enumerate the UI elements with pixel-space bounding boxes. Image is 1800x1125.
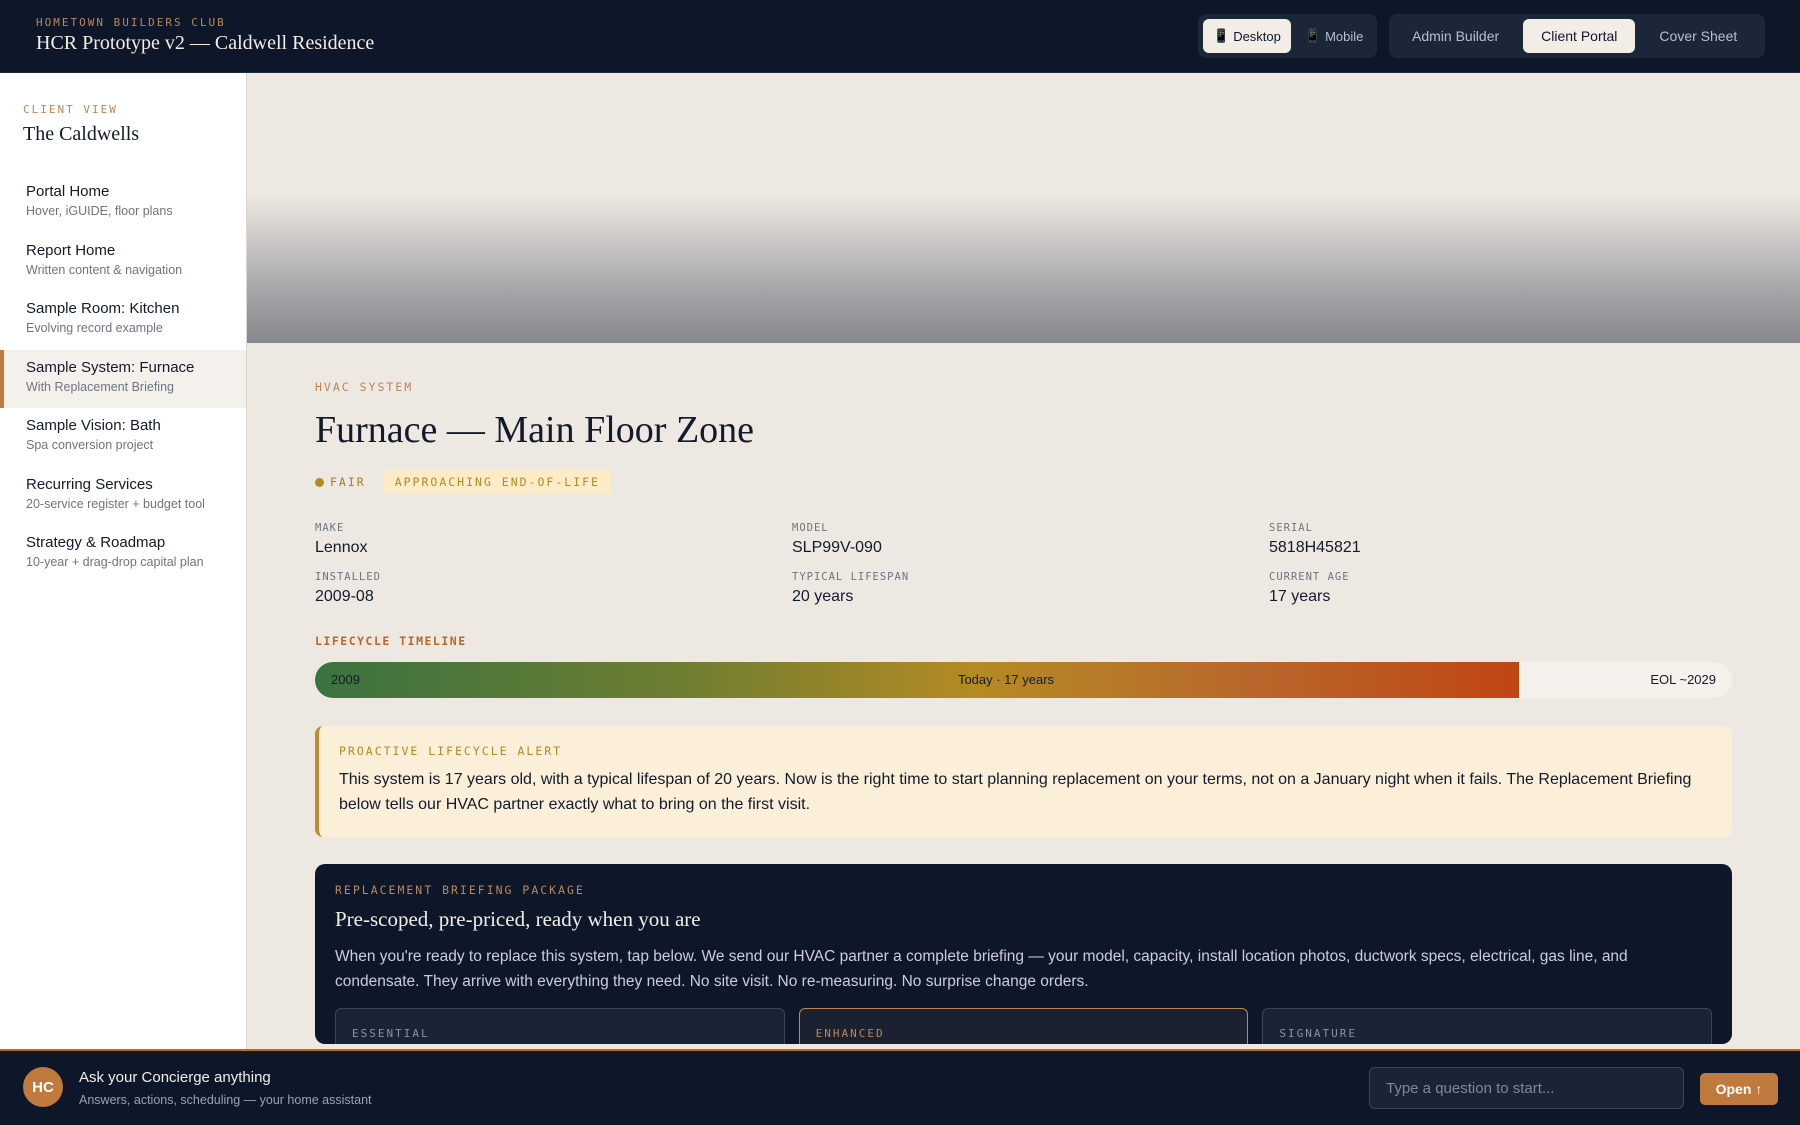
sidebar-item-kitchen[interactable]: Sample Room: Kitchen Evolving record exa… bbox=[0, 291, 246, 350]
app-header: HOMETOWN BUILDERS CLUB HCR Prototype v2 … bbox=[0, 0, 1800, 73]
sidebar-item-sub: Evolving record example bbox=[26, 321, 163, 335]
sidebar-title: The Caldwells bbox=[23, 123, 140, 145]
sidebar-item-label: Sample System: Furnace bbox=[26, 358, 195, 376]
condition-dot-icon bbox=[315, 477, 324, 487]
sidebar-item-portal-home[interactable]: Portal Home Hover, iGUIDE, floor plans bbox=[0, 174, 246, 233]
sidebar-item-strategy[interactable]: Strategy & Roadmap 10-year + drag-drop c… bbox=[0, 525, 246, 584]
sidebar-item-sub: 10-year + drag-drop capital plan bbox=[26, 555, 204, 569]
lifecycle-alert: PROACTIVE LIFECYCLE ALERT This system is… bbox=[315, 726, 1732, 837]
spec-value: 17 years bbox=[1269, 588, 1331, 605]
brand-kicker: HOMETOWN BUILDERS CLUB bbox=[36, 16, 226, 29]
sidebar-item-label: Report Home bbox=[26, 241, 116, 259]
spec-value: Lennox bbox=[315, 539, 368, 556]
main-content: HVAC SYSTEM Furnace — Main Floor Zone FA… bbox=[247, 73, 1800, 1049]
mobile-toggle-button[interactable]: 📱 Mobile bbox=[1295, 19, 1373, 53]
device-toggle: 📱 Desktop 📱 Mobile bbox=[1198, 14, 1377, 58]
sidebar-item-label: Strategy & Roadmap bbox=[26, 534, 166, 551]
spec-lifespan: TYPICAL LIFESPAN 20 years bbox=[792, 571, 1269, 606]
spec-age: CURRENT AGE 17 years bbox=[1269, 571, 1732, 606]
concierge-title: Ask your Concierge anything bbox=[79, 1069, 271, 1086]
briefing-title: Pre-scoped, pre-priced, ready when you a… bbox=[335, 907, 701, 931]
spec-make: MAKE Lennox bbox=[315, 522, 792, 557]
spec-label: CURRENT AGE bbox=[1269, 571, 1350, 583]
spec-label: SERIAL bbox=[1269, 522, 1313, 534]
concierge-bar: HC Ask your Concierge anything Answers, … bbox=[0, 1049, 1800, 1125]
client-portal-tab[interactable]: Client Portal bbox=[1523, 19, 1636, 53]
app-title: HCR Prototype v2 — Caldwell Residence bbox=[36, 32, 375, 54]
briefing-tiers: ESSENTIAL ENHANCED SIGNATURE bbox=[335, 1008, 1713, 1044]
tier-enhanced-card[interactable]: ENHANCED bbox=[798, 1008, 1249, 1044]
admin-builder-tab[interactable]: Admin Builder bbox=[1394, 19, 1517, 53]
spec-label: MAKE bbox=[315, 522, 345, 534]
timeline-today: Today · 17 years bbox=[957, 672, 1055, 687]
avatar: HC bbox=[23, 1067, 63, 1107]
timeline-label: LIFECYCLE TIMELINE bbox=[315, 634, 467, 648]
sidebar-item-sub: 20-service register + budget tool bbox=[26, 496, 205, 511]
spec-value: 20 years bbox=[792, 588, 854, 605]
spec-value: 5818H45821 bbox=[1269, 539, 1361, 556]
concierge-subtitle: Answers, actions, scheduling — your home… bbox=[79, 1093, 372, 1107]
open-concierge-button[interactable]: Open ↑ bbox=[1700, 1073, 1778, 1105]
lifecycle-timeline: 2009 Today · 17 years EOL ~2029 bbox=[315, 662, 1732, 698]
hero-image bbox=[247, 73, 1800, 343]
arrow-up-icon: ↑ bbox=[1755, 1081, 1763, 1097]
system-detail: HVAC SYSTEM Furnace — Main Floor Zone FA… bbox=[315, 343, 1732, 1044]
sidebar-item-label: Sample Room: Kitchen bbox=[26, 300, 180, 317]
sidebar-kicker: CLIENT VIEW bbox=[23, 103, 118, 116]
phone-icon: 📱 bbox=[1213, 28, 1230, 43]
sidebar-item-label: Recurring Services bbox=[26, 475, 153, 493]
sidebar: CLIENT VIEW The Caldwells Portal Home Ho… bbox=[0, 73, 247, 1049]
status-badges: FAIR APPROACHING END-OF-LIFE bbox=[315, 470, 1732, 494]
alert-kicker: PROACTIVE LIFECYCLE ALERT bbox=[339, 744, 563, 758]
status-badge: APPROACHING END-OF-LIFE bbox=[383, 470, 611, 494]
system-category: HVAC SYSTEM bbox=[315, 380, 414, 394]
sidebar-item-sub: Hover, iGUIDE, floor plans bbox=[26, 204, 173, 218]
sidebar-item-label: Portal Home bbox=[26, 183, 110, 200]
sidebar-nav: Portal Home Hover, iGUIDE, floor plans R… bbox=[0, 174, 246, 584]
spec-installed: INSTALLED 2009-08 bbox=[315, 571, 792, 606]
cover-sheet-tab[interactable]: Cover Sheet bbox=[1641, 19, 1755, 53]
sidebar-item-report-home[interactable]: Report Home Written content & navigation bbox=[0, 233, 246, 292]
open-label: Open bbox=[1715, 1081, 1752, 1097]
sidebar-item-sub: Spa conversion project bbox=[26, 438, 154, 452]
spec-serial: SERIAL 5818H45821 bbox=[1269, 522, 1732, 557]
sidebar-item-sub: With Replacement Briefing bbox=[26, 379, 174, 394]
timeline-end: EOL ~2029 bbox=[1650, 672, 1716, 687]
condition-badge: FAIR bbox=[330, 475, 366, 489]
sidebar-item-label: Sample Vision: Bath bbox=[26, 417, 161, 434]
sidebar-item-sub: Written content & navigation bbox=[26, 262, 183, 277]
sidebar-item-furnace[interactable]: Sample System: Furnace With Replacement … bbox=[0, 349, 246, 408]
phone-icon: 📱 bbox=[1304, 28, 1322, 43]
replacement-briefing: REPLACEMENT BRIEFING PACKAGE Pre-scoped,… bbox=[315, 864, 1732, 1044]
view-toggle: Admin Builder Client Portal Cover Sheet bbox=[1389, 14, 1765, 58]
spec-model: MODEL SLP99V-090 bbox=[792, 522, 1269, 557]
concierge-input[interactable] bbox=[1369, 1067, 1684, 1109]
desktop-toggle-button[interactable]: 📱 Desktop bbox=[1203, 19, 1291, 53]
spec-label: TYPICAL LIFESPAN bbox=[792, 571, 910, 583]
tier-signature-card[interactable]: SIGNATURE bbox=[1262, 1008, 1713, 1044]
spec-label: MODEL bbox=[792, 522, 829, 534]
briefing-kicker: REPLACEMENT BRIEFING PACKAGE bbox=[335, 883, 585, 897]
sidebar-item-bath[interactable]: Sample Vision: Bath Spa conversion proje… bbox=[0, 408, 246, 467]
desktop-label: Desktop bbox=[1233, 28, 1281, 44]
tier-essential-card[interactable]: ESSENTIAL bbox=[335, 1008, 785, 1044]
spec-grid: MAKE Lennox MODEL SLP99V-090 SERIAL 5818… bbox=[315, 522, 1732, 606]
page-title: Furnace — Main Floor Zone bbox=[315, 409, 755, 451]
alert-text: This system is 17 years old, with a typi… bbox=[339, 771, 1692, 813]
sidebar-item-recurring-services[interactable]: Recurring Services 20-service register +… bbox=[0, 467, 246, 526]
mobile-label: Mobile bbox=[1325, 28, 1364, 44]
briefing-text: When you're ready to replace this system… bbox=[335, 948, 1628, 990]
spec-label: INSTALLED bbox=[315, 571, 381, 583]
spec-value: SLP99V-090 bbox=[792, 539, 882, 556]
spec-value: 2009-08 bbox=[315, 588, 374, 605]
